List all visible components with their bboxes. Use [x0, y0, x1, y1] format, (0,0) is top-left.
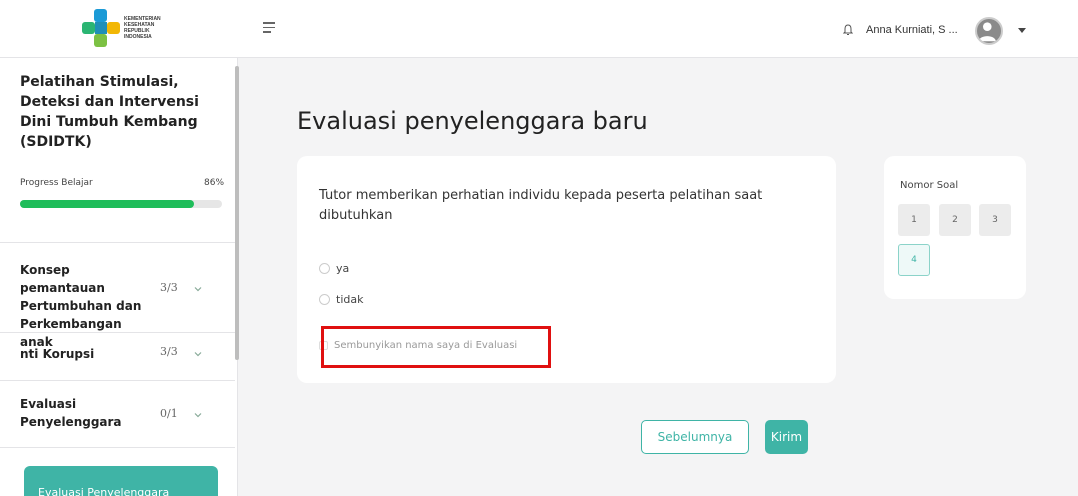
user-avatar-icon — [978, 22, 996, 42]
module-count: 3/3 — [160, 281, 178, 294]
logo-text: KEMENTERIAN KESEHATAN REPUBLIK INDONESIA — [124, 16, 161, 40]
module-item[interactable]: nti Korupsi 3/3 — [20, 345, 220, 365]
active-module-button[interactable]: Evaluasi Penyelenggara — [24, 466, 218, 496]
module-count: 3/3 — [160, 345, 178, 358]
question-text: Tutor memberikan perhatian individu kepa… — [319, 188, 763, 223]
module-count: 0/1 — [160, 407, 178, 420]
module-item[interactable]: Konsep pemantauan Pertumbuhan dan Perkem… — [20, 261, 220, 349]
progress-bar — [20, 200, 222, 208]
divider — [0, 380, 235, 381]
progress-percentage: 86% — [204, 178, 225, 188]
radio-button[interactable] — [319, 294, 330, 305]
previous-button[interactable]: Sebelumnya — [641, 420, 749, 454]
radio-button[interactable] — [319, 263, 330, 274]
divider — [0, 242, 235, 243]
question-number-button[interactable]: 2 — [939, 204, 971, 236]
highlight-annotation — [321, 326, 551, 368]
kemenkes-logo: KEMENTERIAN KESEHATAN REPUBLIK INDONESIA — [80, 8, 180, 48]
module-name: nti Korupsi — [20, 347, 95, 361]
question-number-button-current[interactable]: 4 — [898, 244, 930, 276]
avatar[interactable] — [975, 17, 1003, 45]
chevron-down-icon[interactable] — [193, 349, 203, 359]
kemenkes-logo-icon — [82, 9, 120, 47]
progress-label: Progress Belajar — [20, 178, 93, 188]
chevron-down-icon[interactable] — [193, 410, 203, 420]
option-label: ya — [336, 262, 350, 275]
sidebar-scrollbar[interactable] — [235, 66, 239, 360]
option-ya[interactable]: ya — [319, 262, 349, 275]
progress-bar-fill — [20, 200, 194, 208]
user-name[interactable]: Anna Kurniati, S ... — [866, 24, 958, 36]
top-header: KEMENTERIAN KESEHATAN REPUBLIK INDONESIA… — [0, 0, 1078, 58]
option-tidak[interactable]: tidak — [319, 293, 363, 306]
menu-icon[interactable] — [263, 22, 275, 34]
course-title: Pelatihan Stimulasi, Deteksi dan Interve… — [20, 74, 199, 150]
bell-icon[interactable] — [843, 24, 853, 36]
submit-button[interactable]: Kirim — [765, 420, 808, 454]
chevron-down-icon[interactable] — [193, 284, 203, 294]
divider — [0, 332, 235, 333]
question-nav-title: Nomor Soal — [900, 180, 959, 191]
caret-down-icon[interactable] — [1018, 28, 1026, 33]
question-nav-card: Nomor Soal 1 2 3 4 — [884, 156, 1026, 299]
module-item[interactable]: Evaluasi Penyelenggara 0/1 — [20, 395, 220, 433]
module-name: Evaluasi Penyelenggara — [20, 397, 122, 429]
question-number-button[interactable]: 3 — [979, 204, 1011, 236]
module-name: Konsep pemantauan Pertumbuhan dan Perkem… — [20, 263, 142, 349]
divider — [0, 447, 235, 448]
question-number-button[interactable]: 1 — [898, 204, 930, 236]
logo-line: INDONESIA — [124, 34, 152, 40]
option-label: tidak — [336, 293, 364, 306]
page-title: Evaluasi penyelenggara baru — [297, 107, 648, 135]
